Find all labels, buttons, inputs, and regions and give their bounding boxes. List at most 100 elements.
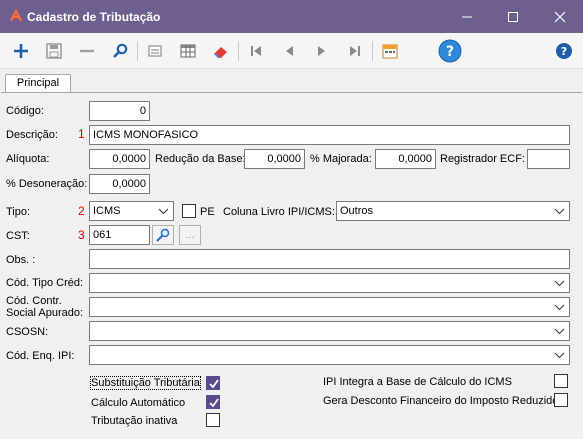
maximize-button[interactable] (490, 0, 536, 33)
last-icon (350, 46, 360, 56)
desoneracao-input[interactable]: 0,0000 (89, 174, 150, 194)
title-bar: Cadastro de Tributação (0, 0, 583, 33)
save-button[interactable] (42, 39, 66, 63)
grid-button[interactable] (176, 39, 200, 63)
search-button[interactable] (108, 39, 132, 63)
window-title: Cadastro de Tributação (27, 10, 161, 24)
codigo-label: Código: (6, 105, 44, 117)
toolbar: ? ? (0, 33, 583, 69)
descricao-input[interactable]: ICMS MONOFASICO (89, 125, 570, 145)
next-record-button[interactable] (310, 39, 334, 63)
maximize-icon (508, 11, 518, 22)
report-button[interactable] (143, 39, 167, 63)
cst-ellipsis-button[interactable]: ... (179, 225, 201, 245)
tab-strip: Principal (0, 69, 583, 93)
eraser-button[interactable] (209, 39, 233, 63)
minimize-icon (462, 16, 472, 17)
cst-label: CST: (6, 230, 30, 242)
add-button[interactable] (9, 39, 33, 63)
majorada-input[interactable]: 0,0000 (375, 149, 436, 169)
tributacao-inativa-label: Tributação inativa (91, 415, 178, 427)
aliquota-label: Alíquota: (6, 153, 50, 165)
minus-icon (80, 49, 94, 53)
first-record-button[interactable] (244, 39, 268, 63)
chevron-down-icon (554, 280, 565, 287)
cod-enq-ipi-label: Cód. Enq. IPI: (6, 350, 75, 362)
app-logo-icon (10, 8, 22, 22)
aliquota-input[interactable]: 0,0000 (89, 149, 150, 169)
pe-checkbox[interactable] (182, 204, 196, 218)
previous-record-button[interactable] (277, 39, 301, 63)
tipo-marker: 2 (78, 204, 85, 218)
cod-contr-social-label-line1: Cód. Contr. (6, 295, 62, 307)
previous-icon (286, 46, 293, 56)
minimize-button[interactable] (444, 0, 490, 33)
ipi-integra-base-label: IPI Integra a Base de Cálculo do ICMS (323, 376, 512, 388)
search-wand-icon (156, 228, 170, 242)
search-icon (113, 43, 128, 58)
remove-button[interactable] (75, 39, 99, 63)
report-icon (148, 45, 162, 57)
checkmark-icon (209, 379, 219, 389)
cod-tipo-cred-label: Cód. Tipo Créd: (6, 277, 84, 289)
plus-icon (14, 44, 28, 58)
first-icon (251, 46, 261, 56)
cod-enq-ipi-select[interactable] (89, 345, 570, 365)
descricao-marker: 1 (78, 127, 85, 141)
form-panel: Código: 0 Descrição: 1 ICMS MONOFASICO A… (1, 92, 582, 438)
cst-marker: 3 (78, 228, 85, 242)
codigo-input[interactable]: 0 (89, 101, 150, 121)
tipo-label: Tipo: (6, 206, 31, 218)
registrador-ecf-input[interactable] (527, 149, 570, 169)
close-button[interactable] (537, 0, 583, 33)
eraser-icon (214, 47, 227, 58)
coluna-livro-select[interactable]: Outros (336, 201, 570, 221)
descricao-label: Descrição: (6, 129, 58, 141)
save-icon (46, 43, 62, 59)
cod-tipo-cred-select[interactable] (89, 273, 570, 293)
close-icon (554, 11, 566, 22)
svg-text:?: ? (561, 45, 567, 58)
tab-principal[interactable]: Principal (5, 74, 71, 93)
desoneracao-label: % Desoneração: (6, 178, 88, 190)
gera-desconto-label: Gera Desconto Financeiro do Imposto Redu… (323, 395, 559, 407)
toolbar-separator (137, 41, 138, 61)
coluna-livro-value: Outros (340, 205, 374, 217)
reducao-base-input[interactable]: 0,0000 (244, 149, 305, 169)
obs-input[interactable] (89, 249, 570, 269)
cod-contr-social-select[interactable] (89, 297, 570, 317)
help-button[interactable]: ? (437, 38, 463, 64)
tipo-value: ICMS (93, 205, 121, 217)
cod-contr-social-label-line2: Social Apurado: (6, 307, 84, 319)
svg-text:?: ? (446, 44, 454, 60)
obs-label: Obs. : (6, 254, 36, 266)
csosn-select[interactable] (89, 321, 570, 341)
next-icon (318, 46, 325, 56)
chevron-down-icon (554, 208, 565, 215)
toolbar-separator (372, 41, 373, 61)
calendar-icon (382, 44, 398, 59)
cst-input[interactable]: 061 (89, 225, 150, 245)
cst-search-button[interactable] (152, 225, 174, 245)
pe-label: PE (200, 206, 215, 218)
gera-desconto-checkbox[interactable] (554, 393, 568, 407)
tipo-select[interactable]: ICMS (89, 201, 174, 221)
substituicao-tributaria-checkbox[interactable] (206, 376, 220, 390)
grid-icon (180, 44, 196, 58)
help-icon: ? (556, 43, 572, 59)
last-record-button[interactable] (343, 39, 367, 63)
info-help-button[interactable]: ? (552, 39, 576, 63)
chevron-down-icon (554, 328, 565, 335)
calculo-automatico-checkbox[interactable] (206, 395, 220, 409)
calendar-button[interactable] (378, 39, 402, 63)
chevron-down-icon (158, 208, 169, 215)
chevron-down-icon (554, 352, 565, 359)
chevron-down-icon (554, 304, 565, 311)
checkmark-icon (209, 398, 219, 408)
coluna-livro-label: Coluna Livro IPI/ICMS: (223, 206, 335, 218)
reducao-base-label: Redução da Base: (155, 153, 246, 165)
ipi-integra-base-checkbox[interactable] (554, 374, 568, 388)
tributacao-inativa-checkbox[interactable] (206, 413, 220, 427)
majorada-label: % Majorada: (310, 153, 372, 165)
substituicao-tributaria-label: Substituição Tributária (90, 376, 201, 390)
